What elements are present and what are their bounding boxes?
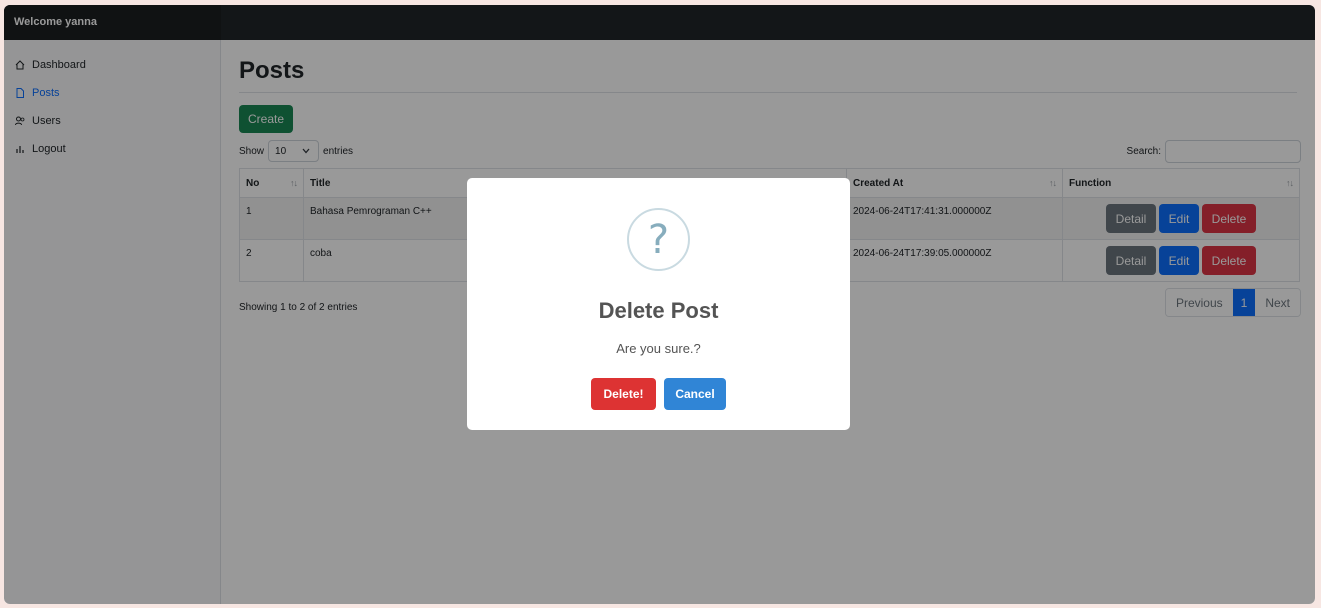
dialog-actions: Delete! Cancel: [467, 378, 850, 410]
question-icon: ?: [627, 208, 690, 271]
cancel-button[interactable]: Cancel: [664, 378, 726, 410]
app-window: Welcome yanna Dashboard Posts Users Logo…: [4, 5, 1315, 604]
dialog-title: Delete Post: [598, 298, 719, 323]
dialog-message: Are you sure.?: [616, 341, 701, 356]
delete-confirm-dialog: ? Delete Post Are you sure.? Delete! Can…: [467, 178, 850, 430]
confirm-delete-button[interactable]: Delete!: [591, 378, 656, 410]
